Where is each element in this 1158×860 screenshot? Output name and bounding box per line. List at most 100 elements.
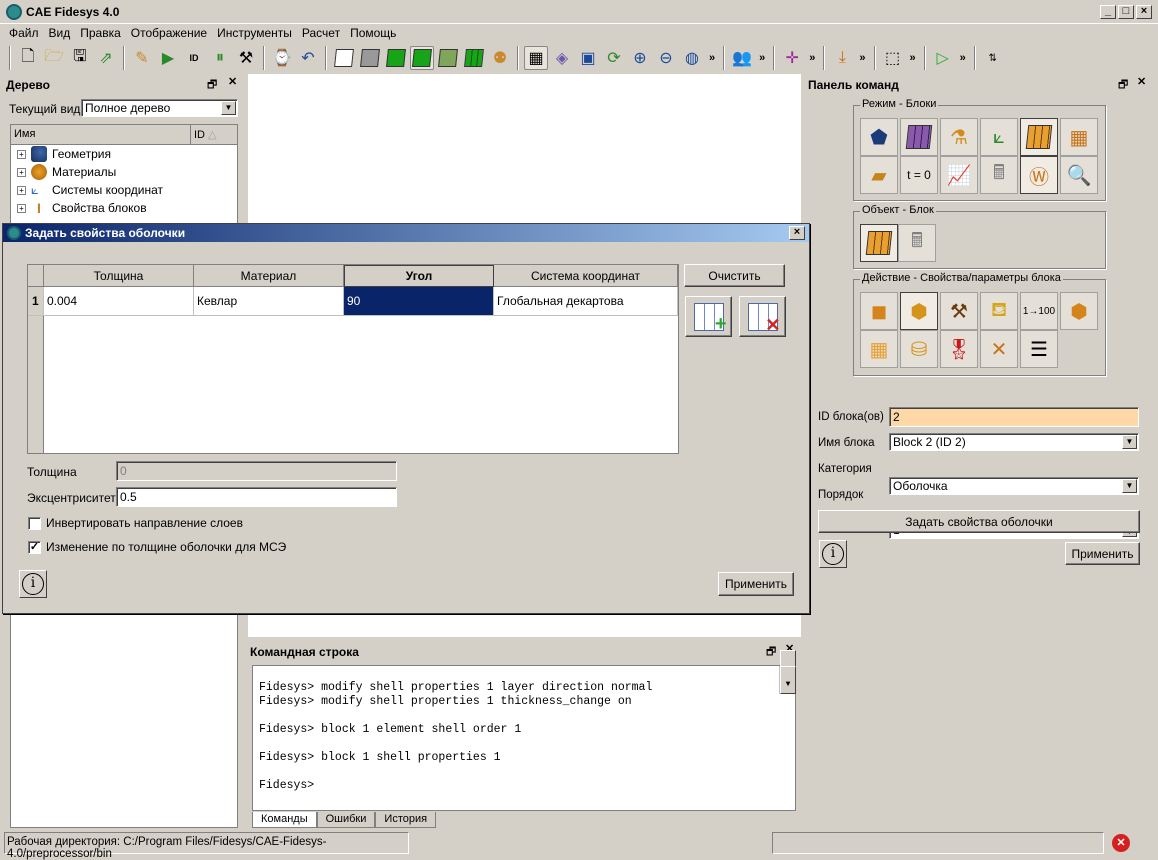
menu-tools[interactable]: Инструменты: [212, 24, 297, 42]
material-assign-icon[interactable]: ⛾: [980, 292, 1018, 330]
col-thickness-header[interactable]: Толщина: [44, 265, 194, 287]
mesh-cube-icon[interactable]: [462, 46, 486, 70]
cube-transparent-icon[interactable]: ◈: [550, 46, 574, 70]
undock-icon[interactable]: 🗗: [207, 76, 217, 95]
add-row-button[interactable]: +: [685, 296, 732, 337]
tab-errors[interactable]: Ошибки: [316, 812, 376, 828]
refresh-icon[interactable]: ⟳: [602, 46, 626, 70]
dialog-apply-button[interactable]: Применить: [718, 572, 794, 596]
split-block-icon[interactable]: ▦: [860, 330, 898, 368]
toolbar-overflow-icon[interactable]: »: [907, 52, 919, 64]
tab-history[interactable]: История: [375, 812, 437, 828]
delete-row-button[interactable]: ✕: [739, 296, 786, 337]
help-button[interactable]: i: [819, 540, 847, 568]
edit-icon[interactable]: ✎: [130, 46, 154, 70]
grid-icon[interactable]: ▦: [524, 46, 548, 70]
tree-item-coord-systems[interactable]: + ⟀ Системы координат: [11, 181, 237, 199]
toolbar-overflow-icon[interactable]: »: [806, 52, 818, 64]
save-icon[interactable]: 🖫: [68, 46, 92, 70]
menu-display[interactable]: Отображение: [126, 24, 212, 42]
cube-green-active-icon[interactable]: [410, 46, 434, 70]
modify-block-icon[interactable]: ⚒: [940, 292, 978, 330]
cell-material[interactable]: Кевлар: [194, 287, 344, 316]
clear-button[interactable]: Очистить: [684, 264, 785, 287]
view-select[interactable]: Полное дерево ▼: [81, 99, 238, 117]
analysis-mode-icon[interactable]: Ⓦ: [1020, 156, 1058, 194]
blocks-mode-icon[interactable]: [1020, 118, 1058, 156]
node-icon[interactable]: ⚉: [488, 46, 512, 70]
expand-icon[interactable]: +: [17, 149, 26, 159]
load-icon[interactable]: ⤓: [830, 46, 854, 70]
col-angle-header[interactable]: Угол: [344, 265, 494, 287]
id-icon[interactable]: ID: [182, 46, 206, 70]
run-calc-icon[interactable]: ▷: [931, 46, 955, 70]
menu-view[interactable]: Вид: [44, 24, 76, 42]
block-list-icon[interactable]: ⬢: [1060, 292, 1098, 330]
undock-icon[interactable]: 🗗: [1118, 76, 1128, 95]
delete-block-icon[interactable]: ✕: [980, 330, 1018, 368]
details-list-icon[interactable]: ☰: [1020, 330, 1058, 368]
colors-icon[interactable]: 🎖: [940, 330, 978, 368]
menu-edit[interactable]: Правка: [75, 24, 126, 42]
col-coord-system-header[interactable]: Система координат: [494, 265, 678, 287]
cylinder-block-icon[interactable]: ⛁: [900, 330, 938, 368]
globe-icon[interactable]: ◍: [680, 46, 704, 70]
shapes-icon[interactable]: [436, 46, 460, 70]
thickness-input[interactable]: 0: [116, 461, 397, 481]
window-icon[interactable]: ▣: [576, 46, 600, 70]
block-properties-action-icon[interactable]: ⬢: [900, 292, 938, 330]
col-material-header[interactable]: Материал: [194, 265, 344, 287]
zoom-in-icon[interactable]: ⊕: [628, 46, 652, 70]
dialog-close-button[interactable]: ×: [789, 226, 805, 240]
coord-mode-icon[interactable]: ⟀: [980, 118, 1018, 156]
bounding-box-icon[interactable]: ⬚: [881, 46, 905, 70]
renumber-icon[interactable]: 1→100: [1020, 292, 1058, 330]
loads-mode-icon[interactable]: ▰: [860, 156, 898, 194]
users-icon[interactable]: 👥: [730, 46, 754, 70]
invert-direction-checkbox[interactable]: Инвертировать направление слоев: [28, 516, 243, 530]
block-id-input[interactable]: 2: [889, 407, 1139, 427]
close-window-button[interactable]: ×: [1136, 5, 1152, 19]
crosshair-icon[interactable]: ✛: [780, 46, 804, 70]
toolbar-overflow-icon[interactable]: »: [756, 52, 768, 64]
tab-commands[interactable]: Команды: [252, 812, 317, 828]
toolbar-overflow-icon[interactable]: »: [706, 52, 718, 64]
apply-button[interactable]: Применить: [1065, 542, 1140, 565]
col-name-header[interactable]: Имя: [11, 125, 191, 144]
new-file-icon[interactable]: 🗋: [16, 46, 40, 70]
create-block-icon[interactable]: ◼: [860, 292, 898, 330]
pause-icon[interactable]: ⏸: [208, 46, 232, 70]
toolbar-overflow-icon[interactable]: »: [856, 52, 868, 64]
undo-icon[interactable]: ↶: [296, 46, 320, 70]
expand-icon[interactable]: +: [17, 167, 26, 177]
open-folder-icon[interactable]: 🗁: [42, 46, 66, 70]
geometry-mode-icon[interactable]: ⬟: [860, 118, 898, 156]
checkbox-checked[interactable]: ✓: [28, 540, 41, 554]
console-scrollbar[interactable]: ▲ ▼: [779, 650, 796, 694]
scroll-down-icon[interactable]: ▼: [780, 666, 796, 694]
time-mode-icon[interactable]: t = 0: [900, 156, 938, 194]
mesh-mode-icon[interactable]: [900, 118, 938, 156]
minimize-button[interactable]: _: [1100, 5, 1116, 19]
dialog-help-button[interactable]: i: [19, 570, 47, 598]
menu-calculation[interactable]: Расчет: [297, 24, 345, 42]
expand-icon[interactable]: +: [17, 203, 26, 213]
inspect-mode-icon[interactable]: 🔍: [1060, 156, 1098, 194]
cube-green-icon[interactable]: [384, 46, 408, 70]
block-settings-icon[interactable]: 🖩: [898, 224, 936, 262]
tree-item-materials[interactable]: + Материалы: [11, 163, 237, 181]
console-prompt[interactable]: Fidesys>: [259, 768, 795, 796]
zoom-out-icon[interactable]: ⊖: [654, 46, 678, 70]
row-number[interactable]: 1: [28, 287, 44, 316]
stop-icon[interactable]: ✕: [1112, 834, 1130, 852]
cell-angle[interactable]: 90: [344, 287, 494, 316]
tools-icon[interactable]: ⚒: [234, 46, 258, 70]
export-icon[interactable]: ⇗: [94, 46, 118, 70]
undock-icon[interactable]: 🗗: [766, 643, 776, 662]
category-select[interactable]: Оболочка ▼: [889, 477, 1139, 495]
cube-grey-icon[interactable]: [358, 46, 382, 70]
maximize-button[interactable]: □: [1118, 5, 1134, 19]
command-console[interactable]: Fidesys> modify shell properties 1 layer…: [252, 650, 796, 811]
curve-mode-icon[interactable]: 📈: [940, 156, 978, 194]
menu-help[interactable]: Помощь: [345, 24, 401, 42]
